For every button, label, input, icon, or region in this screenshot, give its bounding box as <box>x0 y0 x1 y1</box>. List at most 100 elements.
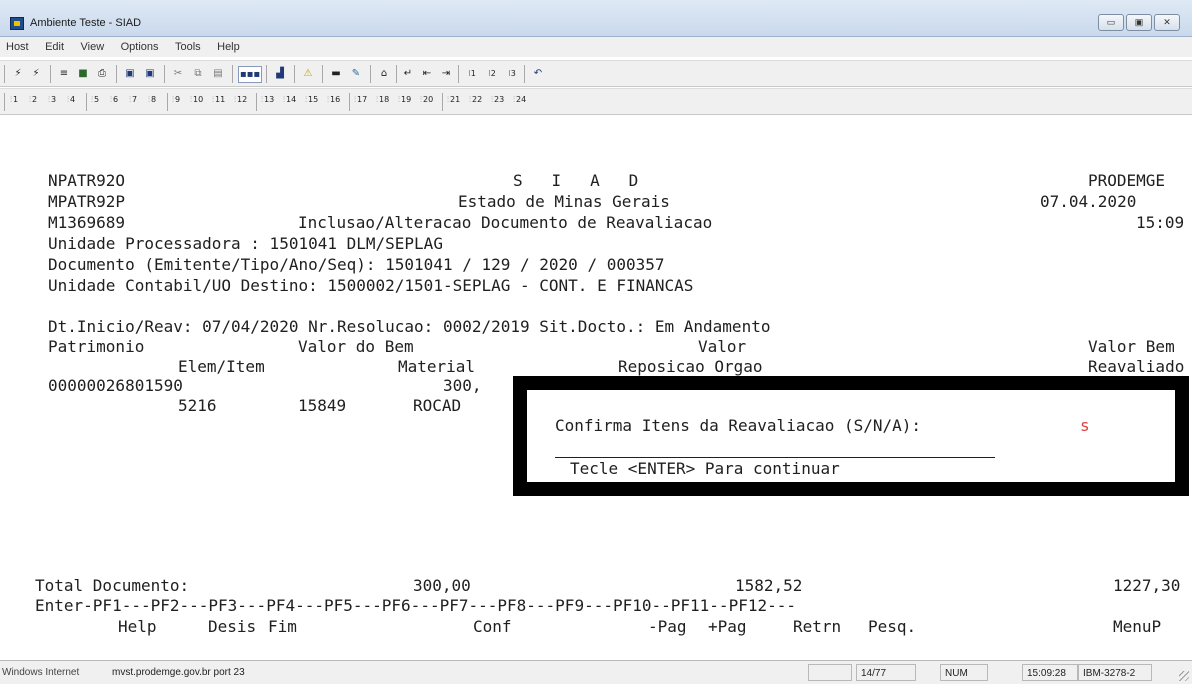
pa3-icon[interactable]: ⁝3 <box>504 66 520 81</box>
warning-icon[interactable]: ⚠ <box>300 66 316 81</box>
maximize-button[interactable]: ▣ <box>1126 14 1152 31</box>
menu-options[interactable]: Options <box>115 38 165 53</box>
screen-icon[interactable]: ▬ <box>328 66 344 81</box>
col-valor: Valor <box>698 337 747 356</box>
pf15-button[interactable]: 15 <box>305 95 318 105</box>
pf2-button[interactable]: 2 <box>29 95 37 105</box>
screen-time: 15:09 <box>1136 213 1185 232</box>
confirm-popup: Confirma Itens da Reavaliacao (S/N/A): s… <box>513 376 1189 496</box>
copy-icon[interactable]: ⧉ <box>190 66 206 81</box>
pf7-prev-page-label[interactable]: -Pag <box>648 617 687 637</box>
program-id: NPATR92O <box>48 171 126 190</box>
backtab-icon[interactable]: ⇤ <box>418 66 436 81</box>
unidade-contabil: Unidade Contabil/UO Destino: 1500002/150… <box>48 276 694 295</box>
cut-icon[interactable]: ✂ <box>170 66 186 81</box>
pf12-menup-label[interactable]: MenuP <box>1113 617 1161 637</box>
pf14-button[interactable]: 14 <box>283 95 296 105</box>
undo-icon[interactable]: ↶ <box>530 66 546 81</box>
total-valor: 1582,52 <box>735 576 803 595</box>
pf23-button[interactable]: 23 <box>491 95 504 105</box>
save-screen-icon[interactable]: ▣ <box>122 66 138 81</box>
menu-edit[interactable]: Edit <box>39 38 70 53</box>
pf9-retrn-label[interactable]: Retrn <box>793 617 841 637</box>
pf10-pesq-label[interactable]: Pesq. <box>868 617 916 637</box>
status-clock: 15:09:28 <box>1022 664 1078 681</box>
pf21-button[interactable]: 21 <box>447 95 460 105</box>
tab-icon[interactable]: ⇥ <box>438 66 454 81</box>
pf8-next-page-label[interactable]: +Pag <box>708 617 747 637</box>
pf2-desis-label[interactable]: Desis <box>208 617 256 637</box>
pf7-button[interactable]: 7 <box>129 95 137 105</box>
send-file-icon[interactable]: ≡ <box>56 66 72 81</box>
pf19-button[interactable]: 19 <box>398 95 411 105</box>
status-bar: Windows Internet mvst.prodemge.gov.br po… <box>0 660 1192 684</box>
pf22-button[interactable]: 22 <box>469 95 482 105</box>
pf1-help-label[interactable]: Help <box>118 617 157 637</box>
status-host: mvst.prodemge.gov.br port 23 <box>112 667 245 678</box>
terminal-screen[interactable]: NPATR92O S I A D PRODEMGE MPATR92P Estad… <box>0 115 1192 660</box>
pa2-icon[interactable]: ⁝2 <box>484 66 500 81</box>
total-label: Total Documento: <box>35 576 190 595</box>
menu-view[interactable]: View <box>75 38 111 53</box>
paste-icon[interactable]: ▤ <box>210 66 226 81</box>
receive-file-icon[interactable]: ■ <box>75 66 91 81</box>
macro-icon[interactable]: ▟ <box>272 66 288 81</box>
connect-icon[interactable]: ⚡ <box>10 66 26 81</box>
menu-host[interactable]: Host <box>0 38 35 53</box>
keypad-icon[interactable]: ▪▪▪ <box>238 66 262 83</box>
pf10-button[interactable]: 10 <box>190 95 203 105</box>
col-material: Material <box>398 357 476 376</box>
pf11-button[interactable]: 11 <box>212 95 225 105</box>
pf20-button[interactable]: 20 <box>420 95 433 105</box>
popup-answer-field[interactable]: s <box>1080 416 1090 436</box>
pf18-button[interactable]: 18 <box>376 95 389 105</box>
pf12-button[interactable]: 12 <box>234 95 247 105</box>
pf3-button[interactable]: 3 <box>48 95 56 105</box>
pf1-button[interactable]: 1 <box>10 95 18 105</box>
print-icon[interactable]: ⎙ <box>94 66 110 81</box>
pf3-fim-label[interactable]: Fim <box>268 617 297 637</box>
total-valor-bem: 300,00 <box>413 576 471 595</box>
pf16-button[interactable]: 16 <box>327 95 340 105</box>
item-code: 15849 <box>298 396 347 415</box>
pen-icon[interactable]: ✎ <box>348 66 364 81</box>
load-screen-icon[interactable]: ▣ <box>142 66 158 81</box>
user-id: M1369689 <box>48 213 126 232</box>
pf5-conf-label[interactable]: Conf <box>473 617 512 637</box>
pf5-button[interactable]: 5 <box>91 95 99 105</box>
popup-divider <box>555 457 995 458</box>
menu-help[interactable]: Help <box>211 38 246 53</box>
disconnect-icon[interactable]: ⚡ <box>28 66 44 81</box>
status-terminal-model: IBM-3278-2 <box>1078 664 1152 681</box>
status-left-text: Windows Internet <box>2 667 80 678</box>
pf9-button[interactable]: 9 <box>172 95 180 105</box>
enter-key-icon[interactable]: ↵ <box>400 66 416 81</box>
item-valor: 300, <box>443 376 482 395</box>
dt-inicio-line: Dt.Inicio/Reav: 07/04/2020 Nr.Resolucao:… <box>48 317 771 336</box>
popup-prompt: Confirma Itens da Reavaliacao (S/N/A): <box>555 416 922 435</box>
minimize-button[interactable]: ▭ <box>1098 14 1124 31</box>
documento-line: Documento (Emitente/Tipo/Ano/Seq): 15010… <box>48 255 665 274</box>
pf24-button[interactable]: 24 <box>513 95 526 105</box>
pf6-button[interactable]: 6 <box>110 95 118 105</box>
menu-tools[interactable]: Tools <box>169 38 207 53</box>
popup-hint: Tecle <ENTER> Para continuar <box>570 459 840 478</box>
col-elem-item: Elem/Item <box>178 357 265 376</box>
pf13-button[interactable]: 13 <box>261 95 274 105</box>
main-toolbar: ⚡ ⚡ ≡ ■ ⎙ ▣ ▣ ✂ ⧉ ▤ ▪▪▪ ▟ ⚠ ▬ ✎ ⌂ ↵ ⇤ ⇥ … <box>0 60 1192 87</box>
home-icon[interactable]: ⌂ <box>376 66 392 81</box>
system-name: S I A D <box>513 171 639 190</box>
screen-title: Inclusao/Alteracao Documento de Reavalia… <box>298 213 713 232</box>
resize-grip-icon[interactable] <box>1179 671 1189 681</box>
col-patrimonio: Patrimonio <box>48 337 145 356</box>
window-titlebar: Ambiente Teste - SIAD ▭ ▣ ✕ <box>0 0 1192 37</box>
pf17-button[interactable]: 17 <box>354 95 367 105</box>
col-reavaliado: Reavaliado <box>1088 357 1185 376</box>
pf8-button[interactable]: 8 <box>148 95 156 105</box>
pa1-icon[interactable]: ⁝1 <box>464 66 480 81</box>
pf4-button[interactable]: 4 <box>67 95 75 105</box>
close-button[interactable]: ✕ <box>1154 14 1180 31</box>
col-valor-bem: Valor Bem <box>1088 337 1175 356</box>
pf-key-toolbar: 1 2 3 4 5 6 7 8 9 10 11 12 13 14 15 16 1… <box>0 88 1192 115</box>
app-icon <box>10 17 24 30</box>
